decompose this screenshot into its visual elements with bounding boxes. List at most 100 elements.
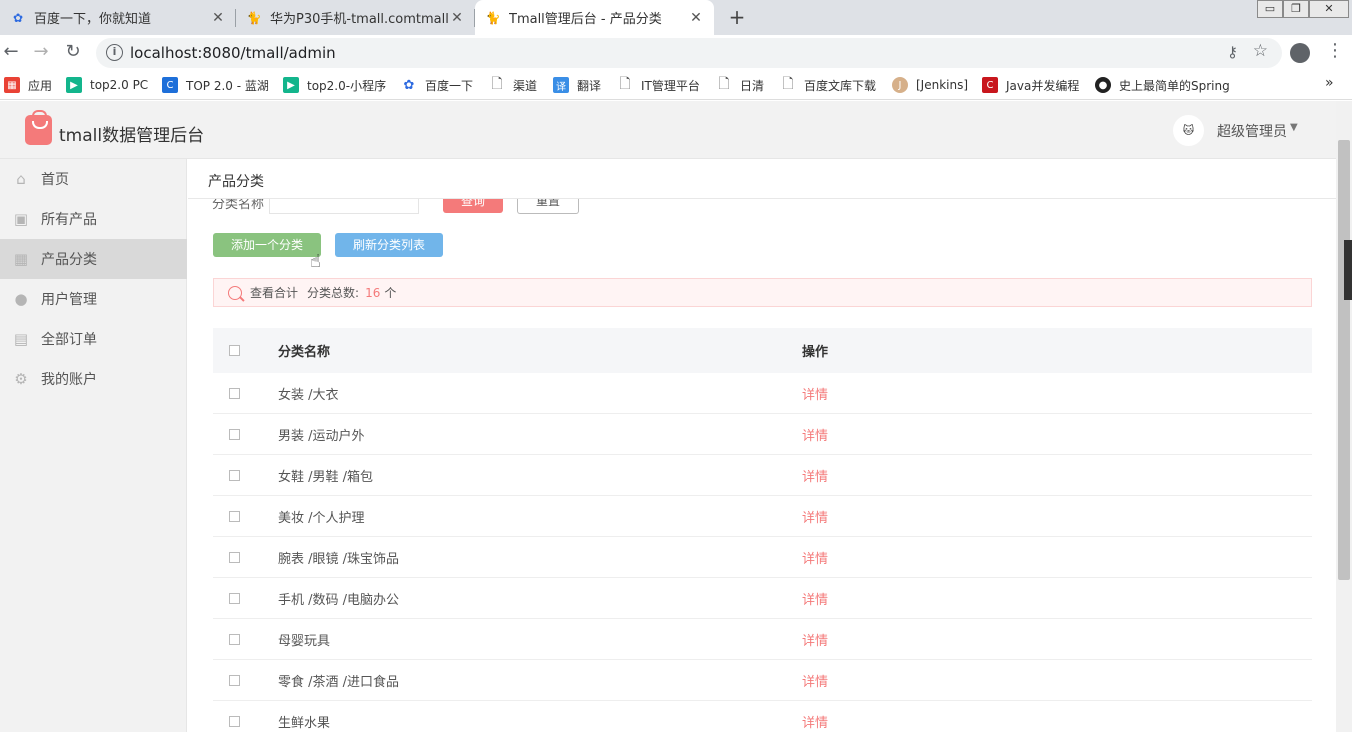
info-icon[interactable]: i — [106, 44, 123, 61]
bookmarks-bar: ▦ 应用 ▶ top2.0 PC C TOP 2.0 - 蓝湖 ▶ top2.0… — [0, 70, 1352, 100]
hand-pointer-cursor-icon: ☝ — [310, 251, 321, 272]
table-row: 零食 /茶酒 /进口食品 详情 — [213, 660, 1312, 701]
baidu-paw-icon: ✿ — [403, 77, 415, 93]
row-checkbox[interactable] — [229, 387, 240, 399]
refresh-category-list-button[interactable]: 刷新分类列表 — [335, 233, 443, 257]
detail-link[interactable]: 详情 — [802, 634, 828, 649]
select-all-checkbox[interactable] — [229, 345, 240, 356]
bookmark-riqing[interactable]: 🗋 日清 — [716, 76, 764, 94]
table-row: 手机 /数码 /电脑办公 详情 — [213, 578, 1312, 619]
user-icon: ● — [14, 290, 28, 308]
tmall-cat-icon: 🐈 — [246, 10, 262, 25]
detail-link[interactable]: 详情 — [802, 716, 828, 731]
summary-unit: 个 — [384, 286, 397, 300]
bookmark-apps[interactable]: ▦ 应用 — [4, 76, 52, 94]
detail-link[interactable]: 详情 — [802, 470, 828, 485]
sidebar-item-home[interactable]: ⌂ 首页 — [0, 159, 187, 199]
table-header: 分类名称 操作 — [213, 328, 1312, 373]
browser-tab-baidu[interactable]: ✿ 百度一下，你就知道 ✕ — [0, 0, 236, 35]
minimize-button[interactable]: ▭ — [1257, 0, 1283, 18]
row-checkbox[interactable] — [229, 551, 240, 563]
detail-link[interactable]: 详情 — [802, 429, 828, 444]
detail-link[interactable]: 详情 — [802, 675, 828, 690]
star-icon[interactable]: ☆ — [1253, 41, 1268, 61]
summary-bar: 查看合计 分类总数: 16 个 — [213, 278, 1312, 307]
category-name-search-input[interactable] — [269, 199, 419, 214]
row-checkbox[interactable] — [229, 633, 240, 645]
bookmark-qudao[interactable]: 🗋 渠道 — [489, 76, 537, 94]
page-scrollbar-thumb[interactable] — [1338, 140, 1350, 580]
table-row: 男装 /运动户外 详情 — [213, 414, 1312, 455]
bookmark-java-concurrency[interactable]: C Java并发编程 — [982, 76, 1079, 94]
baidu-paw-icon: ✿ — [12, 10, 24, 25]
reset-button[interactable]: 重置 — [517, 199, 579, 214]
row-checkbox[interactable] — [229, 510, 240, 522]
page-icon: 🗋 — [491, 76, 503, 92]
category-name: 男装 /运动户外 — [278, 428, 365, 444]
sidebar-item-categories[interactable]: ▦ 产品分类 — [0, 239, 187, 279]
search-label: 分类名称 — [212, 199, 265, 212]
translate-icon: 译 — [553, 77, 569, 93]
category-name: 零食 /茶酒 /进口食品 — [278, 674, 400, 690]
bookmark-baidu[interactable]: ✿ 百度一下 — [401, 76, 473, 94]
kebab-menu-icon[interactable]: ⋮ — [1326, 40, 1344, 61]
column-header-name: 分类名称 — [278, 345, 331, 360]
bookmark-it-platform[interactable]: 🗋 IT管理平台 — [617, 76, 700, 94]
admin-user-menu[interactable]: 超级管理员 — [1217, 121, 1287, 141]
tab-title: Tmall管理后台 - 产品分类 — [509, 12, 662, 27]
browser-toolbar: ← → ↻ i localhost:8080/tmall/admin ⚷ ☆ — [0, 35, 1352, 70]
profile-avatar-icon[interactable] — [1290, 43, 1310, 63]
browser-tabstrip: ✿ 百度一下，你就知道 ✕ 🐈 华为P30手机-tmall.comtmall ✕… — [0, 0, 1352, 35]
bookmark-spring[interactable]: ● 史上最简单的Spring — [1095, 76, 1230, 94]
bookmark-top2-pc[interactable]: ▶ top2.0 PC — [66, 76, 148, 94]
tab-title: 华为P30手机-tmall.comtmall — [270, 12, 449, 27]
key-icon[interactable]: ⚷ — [1227, 43, 1238, 61]
url-text[interactable]: localhost:8080/tmall/admin — [130, 44, 336, 62]
window-close-button[interactable]: ✕ — [1309, 0, 1349, 18]
table-row: 生鲜水果 详情 — [213, 701, 1312, 732]
browser-tab-admin[interactable]: 🐈 Tmall管理后台 - 产品分类 ✕ — [475, 0, 714, 35]
bookmarks-overflow-chevron-icon[interactable]: » — [1325, 75, 1334, 91]
category-name: 生鲜水果 — [278, 715, 331, 731]
forward-arrow-icon[interactable]: → — [30, 41, 52, 63]
sidebar-item-account[interactable]: ⚙ 我的账户 — [0, 359, 187, 399]
table-row: 女装 /大衣 详情 — [213, 373, 1312, 414]
detail-link[interactable]: 详情 — [802, 593, 828, 608]
product-icon: ▣ — [13, 210, 29, 228]
browser-tab-huawei[interactable]: 🐈 华为P30手机-tmall.comtmall ✕ — [236, 0, 475, 35]
bookmark-wenku[interactable]: 🗋 百度文库下载 — [780, 76, 876, 94]
reload-icon[interactable]: ↻ — [62, 41, 84, 63]
add-category-button[interactable]: 添加一个分类 — [213, 233, 321, 257]
sidebar-item-orders[interactable]: ▤ 全部订单 — [0, 319, 187, 359]
table-row: 腕表 /眼镜 /珠宝饰品 详情 — [213, 537, 1312, 578]
bookmark-jenkins[interactable]: J [Jenkins] — [892, 76, 968, 94]
close-icon[interactable]: ✕ — [449, 10, 465, 26]
row-checkbox[interactable] — [229, 428, 240, 440]
close-icon[interactable]: ✕ — [688, 10, 704, 26]
new-tab-button[interactable]: + — [726, 4, 748, 30]
row-checkbox[interactable] — [229, 592, 240, 604]
bookmark-top2-lanhu[interactable]: C TOP 2.0 - 蓝湖 — [162, 76, 269, 94]
query-button[interactable]: 查询 — [443, 199, 503, 213]
sidebar-item-users[interactable]: ● 用户管理 — [0, 279, 187, 319]
close-icon[interactable]: ✕ — [210, 10, 226, 26]
caret-down-icon[interactable]: ▼ — [1290, 122, 1298, 133]
content-title-bar: 产品分类 — [188, 159, 1336, 199]
row-checkbox[interactable] — [229, 715, 240, 727]
lanhu-icon: C — [162, 77, 178, 93]
row-checkbox[interactable] — [229, 674, 240, 686]
sidebar-item-products[interactable]: ▣ 所有产品 — [0, 199, 187, 239]
row-checkbox[interactable] — [229, 469, 240, 481]
bookmark-translate[interactable]: 译 翻译 — [553, 76, 601, 94]
restore-button[interactable]: ❐ — [1283, 0, 1309, 18]
github-icon: ● — [1095, 77, 1111, 93]
detail-link[interactable]: 详情 — [802, 388, 828, 403]
back-arrow-icon[interactable]: ← — [0, 41, 22, 63]
detail-link[interactable]: 详情 — [802, 552, 828, 567]
address-bar[interactable]: i localhost:8080/tmall/admin ⚷ ☆ — [96, 38, 1282, 68]
detail-link[interactable]: 详情 — [802, 511, 828, 526]
category-name: 腕表 /眼镜 /珠宝饰品 — [278, 551, 400, 567]
admin-avatar[interactable]: 🐱 — [1173, 115, 1204, 146]
side-panel-edge — [1344, 240, 1352, 300]
bookmark-top2-miniprogram[interactable]: ▶ top2.0-小程序 — [283, 76, 386, 94]
